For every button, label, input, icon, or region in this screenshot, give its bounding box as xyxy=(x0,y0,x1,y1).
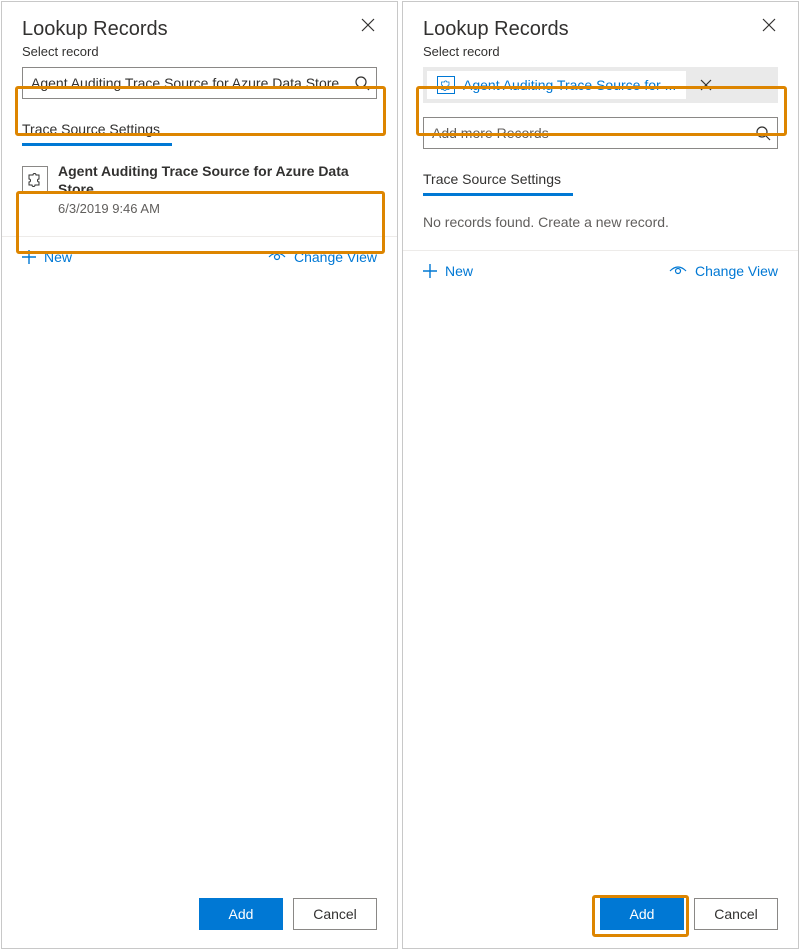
section-title: Trace Source Settings xyxy=(423,159,778,193)
separator xyxy=(403,250,798,251)
result-date: 6/3/2019 9:46 AM xyxy=(58,200,373,218)
dialog-title: Lookup Records xyxy=(22,16,377,42)
search-box[interactable] xyxy=(22,67,377,99)
cancel-button[interactable]: Cancel xyxy=(694,898,778,930)
change-view-button[interactable]: Change View xyxy=(268,249,377,265)
record-type-icon xyxy=(437,76,455,94)
dialog-footer: Add Cancel xyxy=(2,884,397,948)
dialog-subtitle: Select record xyxy=(423,44,778,59)
cancel-button[interactable]: Cancel xyxy=(293,898,377,930)
no-records-message: No records found. Create a new record. xyxy=(403,200,798,244)
search-box[interactable] xyxy=(423,117,778,149)
panel-header: Lookup Records Select record xyxy=(2,2,397,67)
search-icon[interactable] xyxy=(354,75,370,91)
add-button[interactable]: Add xyxy=(600,898,684,930)
panel-header: Lookup Records Select record xyxy=(403,2,798,67)
new-button[interactable]: New xyxy=(22,249,72,265)
plus-icon xyxy=(22,250,36,264)
chip-label: Agent Auditing Trace Source for ... xyxy=(463,77,676,93)
lookup-panel-right: Lookup Records Select record Agent Audit… xyxy=(402,1,799,949)
search-wrap xyxy=(403,117,798,159)
search-input[interactable] xyxy=(432,119,755,147)
new-label: New xyxy=(44,249,72,265)
change-view-label: Change View xyxy=(695,263,778,279)
add-button[interactable]: Add xyxy=(199,898,283,930)
results-section: Trace Source Settings Agent Auditing Tra… xyxy=(2,109,397,230)
dialog-subtitle: Select record xyxy=(22,44,377,59)
section-title: Trace Source Settings xyxy=(22,109,377,143)
selected-chip[interactable]: Agent Auditing Trace Source for ... xyxy=(427,71,686,99)
new-label: New xyxy=(445,263,473,279)
separator xyxy=(2,236,397,237)
change-view-label: Change View xyxy=(294,249,377,265)
result-row[interactable]: Agent Auditing Trace Source for Azure Da… xyxy=(22,150,377,230)
change-view-button[interactable]: Change View xyxy=(669,263,778,279)
search-wrap xyxy=(2,67,397,109)
results-section: Trace Source Settings xyxy=(403,159,798,200)
result-title: Agent Auditing Trace Source for Azure Da… xyxy=(58,162,373,198)
dialog-title: Lookup Records xyxy=(423,16,778,42)
close-button[interactable] xyxy=(361,18,379,36)
list-actions: New Change View xyxy=(403,257,798,285)
eye-icon xyxy=(268,251,286,263)
close-icon xyxy=(700,79,712,91)
result-text: Agent Auditing Trace Source for Azure Da… xyxy=(58,162,373,218)
close-icon xyxy=(762,18,776,32)
lookup-panel-left: Lookup Records Select record Trace Sourc… xyxy=(1,1,398,949)
search-input[interactable] xyxy=(31,69,354,97)
close-icon xyxy=(361,18,375,32)
selected-chip-row: Agent Auditing Trace Source for ... xyxy=(423,67,778,103)
new-button[interactable]: New xyxy=(423,263,473,279)
dialog-footer: Add Cancel xyxy=(403,884,798,948)
close-button[interactable] xyxy=(762,18,780,36)
chip-remove-button[interactable] xyxy=(692,71,720,99)
list-actions: New Change View xyxy=(2,243,397,271)
plus-icon xyxy=(423,264,437,278)
section-underline xyxy=(423,193,573,196)
section-underline xyxy=(22,143,172,146)
record-type-icon xyxy=(22,166,48,192)
search-icon[interactable] xyxy=(755,125,771,141)
eye-icon xyxy=(669,265,687,277)
